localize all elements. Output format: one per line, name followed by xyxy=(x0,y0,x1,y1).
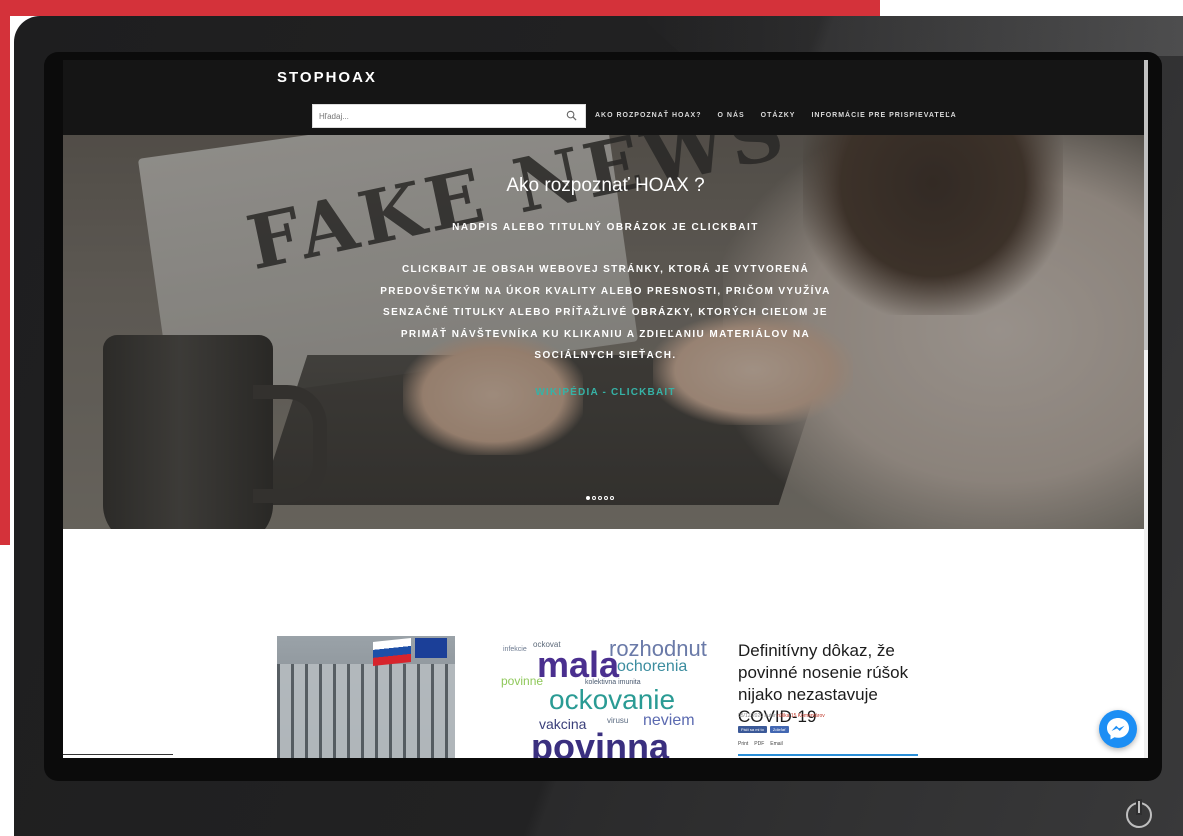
nav-item-about[interactable]: O NÁS xyxy=(718,112,745,119)
scrollbar-thumb[interactable] xyxy=(1144,60,1148,350)
slider-dot[interactable] xyxy=(586,496,590,500)
page-scrollbar[interactable] xyxy=(1144,60,1148,758)
article-meta: 05/12/2020 autor rúška 15 Komentárov xyxy=(738,713,825,719)
article-thumbnail-government-building[interactable] xyxy=(277,636,455,758)
building-facade xyxy=(277,664,455,758)
main-nav: AKO ROZPOZNAŤ HOAX? O NÁS OTÁZKY INFORMÁ… xyxy=(595,112,973,119)
pdf-button[interactable]: PDF xyxy=(754,741,764,747)
email-button[interactable]: Email xyxy=(770,741,783,747)
red-accent-band xyxy=(0,0,880,16)
eu-flag xyxy=(415,638,447,658)
search-box xyxy=(312,104,586,128)
like-button[interactable]: Páči sa mi to xyxy=(738,726,767,733)
power-icon[interactable] xyxy=(1126,801,1152,828)
article-thumbnail-wordcloud[interactable]: ockovat rozhodnut infekcie mala ochoreni… xyxy=(499,636,731,758)
messenger-chat-button[interactable] xyxy=(1099,710,1137,748)
nav-item-contributors-info[interactable]: INFORMÁCIE PRE PRISPIEVATEĽA xyxy=(811,112,956,119)
search-input[interactable] xyxy=(313,105,555,127)
article-comments[interactable]: 15 Komentárov xyxy=(791,713,825,719)
site-logo[interactable]: STOPHOAX xyxy=(277,69,377,86)
hero-subtitle: NADPIS ALEBO TITULNÝ OBRÁZOK JE CLICKBAI… xyxy=(452,222,759,233)
print-options: Print PDF Email xyxy=(738,741,783,747)
search-icon[interactable] xyxy=(566,110,577,121)
nav-item-how-to-recognize[interactable]: AKO ROZPOZNAŤ HOAX? xyxy=(595,112,702,119)
article-category[interactable]: rúška xyxy=(777,713,789,719)
article-divider xyxy=(738,754,918,756)
left-divider xyxy=(63,754,173,755)
slider-dot[interactable] xyxy=(604,496,608,500)
hero-title: Ako rozpoznať HOAX ? xyxy=(506,175,705,196)
monitor-sheen xyxy=(640,16,1183,56)
share-button[interactable]: Zdieľať xyxy=(769,726,789,733)
slovak-flag xyxy=(373,638,411,666)
wordcloud-word: virusu xyxy=(607,716,629,725)
article-date: 05/12/2020 autor xyxy=(738,713,776,719)
hero-slider: FAKE NEWS Ako rozpoznať HOAX ? NADPIS AL… xyxy=(63,135,1148,529)
nav-item-questions[interactable]: OTÁZKY xyxy=(761,112,796,119)
hero-content: Ako rozpoznať HOAX ? NADPIS ALEBO TITULN… xyxy=(63,175,1148,400)
wikipedia-clickbait-link[interactable]: WIKIPÉDIA - CLICKBAIT xyxy=(535,387,675,398)
red-accent-side xyxy=(0,0,10,545)
share-buttons: Páči sa mi to Zdieľať xyxy=(738,726,789,733)
site-navbar: STOPHOAX AKO ROZPOZNAŤ HOAX? O NÁS OTÁZK… xyxy=(63,60,1148,135)
slider-dot[interactable] xyxy=(592,496,596,500)
wordcloud-word: infekcie xyxy=(503,646,527,653)
browser-screen: STOPHOAX AKO ROZPOZNAŤ HOAX? O NÁS OTÁZK… xyxy=(63,60,1148,758)
wordcloud-word: povinne xyxy=(501,674,544,688)
messenger-icon xyxy=(1107,718,1129,740)
print-button[interactable]: Print xyxy=(738,741,748,747)
slider-dot[interactable] xyxy=(610,496,614,500)
wordcloud-word: povinna xyxy=(531,726,670,758)
slider-dot[interactable] xyxy=(598,496,602,500)
wordcloud-word: ochorenia xyxy=(617,658,688,675)
hero-body-text: CLICKBAIT JE OBSAH WEBOVEJ STRÁNKY, KTOR… xyxy=(380,264,831,361)
slider-dots xyxy=(586,496,616,500)
